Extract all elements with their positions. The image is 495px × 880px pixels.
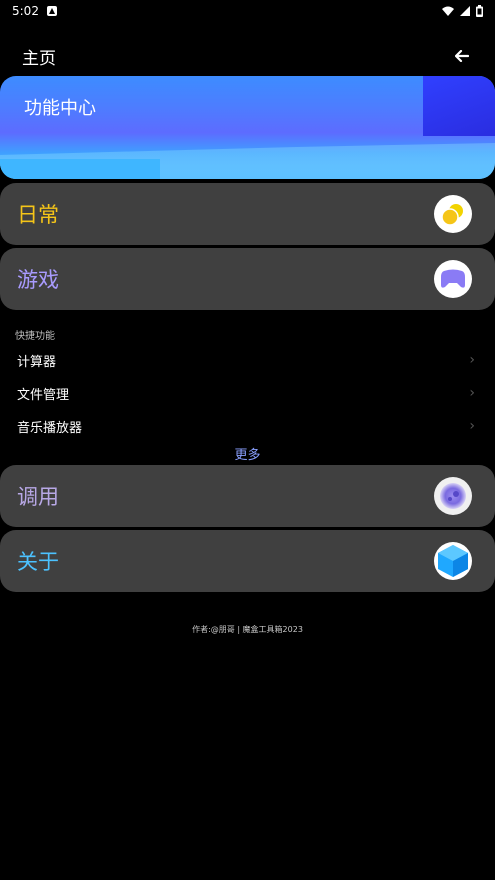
- quick-item-label: 文件管理: [17, 387, 70, 403]
- signal-icon: [460, 6, 470, 16]
- feature-center-banner: 功能中心: [0, 76, 495, 179]
- banner-decoration: [0, 159, 160, 179]
- card-label: 日常: [17, 203, 59, 227]
- cube-icon: [434, 542, 472, 580]
- coins-icon: [434, 195, 472, 233]
- banner-title: 功能中心: [24, 98, 96, 119]
- card-game[interactable]: 游戏: [0, 248, 495, 310]
- quick-item-label: 计算器: [17, 354, 57, 370]
- chevron-right-icon: ›: [469, 352, 475, 368]
- orb-icon: [434, 477, 472, 515]
- footer-credit: 作者:@朋哥 | 魔盒工具箱2023: [192, 625, 303, 634]
- page-title: 主页: [22, 48, 56, 69]
- gamepad-icon: [434, 260, 472, 298]
- chevron-right-icon: ›: [469, 418, 475, 434]
- card-invoke[interactable]: 调用: [0, 465, 495, 527]
- arrow-left-icon: [455, 50, 469, 62]
- quick-functions-label: 快捷功能: [15, 331, 55, 342]
- quick-item-file-manager[interactable]: 文件管理 ›: [0, 378, 495, 408]
- quick-item-calculator[interactable]: 计算器 ›: [0, 345, 495, 375]
- quick-item-music-player[interactable]: 音乐播放器 ›: [0, 411, 495, 441]
- status-time: 5:02: [12, 4, 39, 18]
- app-bar: 主页: [0, 36, 495, 76]
- card-label: 调用: [17, 485, 59, 509]
- back-button[interactable]: [451, 45, 473, 67]
- banner-decoration: [423, 76, 495, 136]
- quick-item-label: 音乐播放器: [17, 420, 83, 436]
- card-daily[interactable]: 日常: [0, 183, 495, 245]
- card-about[interactable]: 关于: [0, 530, 495, 592]
- battery-icon: [476, 5, 483, 17]
- chevron-right-icon: ›: [469, 385, 475, 401]
- notification-icon: [46, 6, 57, 16]
- status-bar: 5:02: [0, 0, 495, 22]
- more-link[interactable]: 更多: [0, 444, 495, 463]
- card-label: 游戏: [17, 268, 59, 292]
- card-label: 关于: [17, 550, 59, 574]
- wifi-icon: [442, 6, 454, 16]
